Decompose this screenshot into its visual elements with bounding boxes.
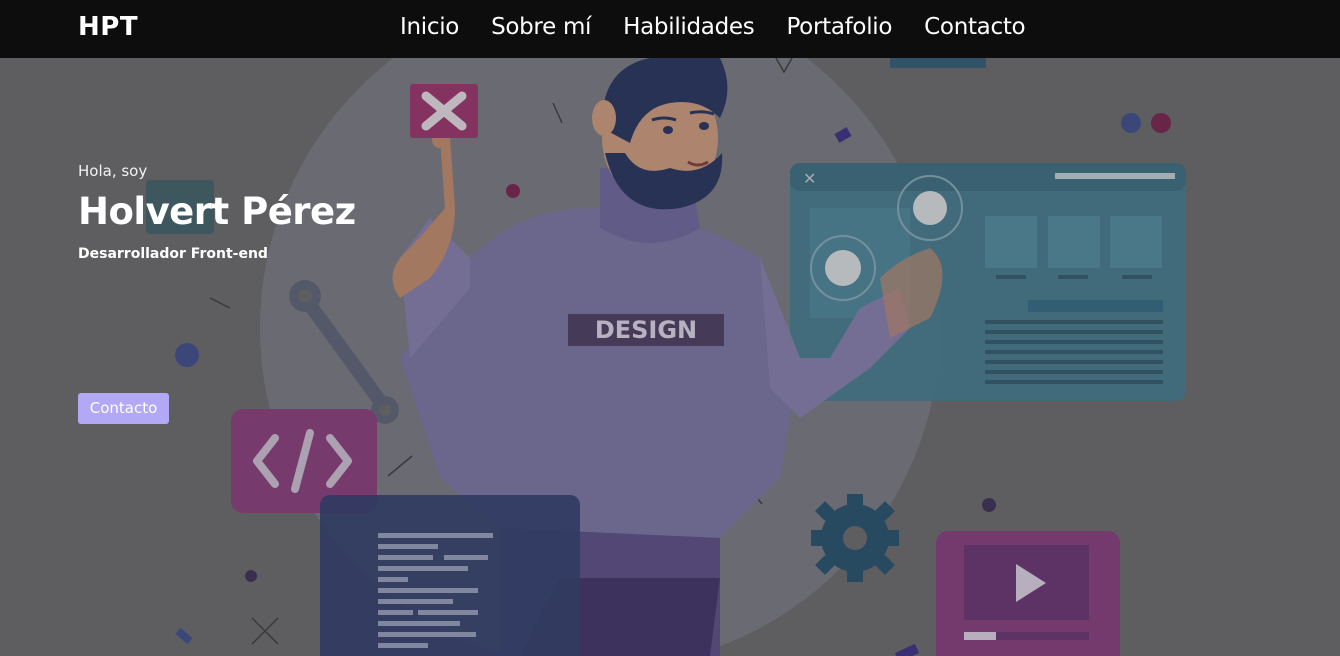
close-icon bbox=[410, 84, 478, 138]
decor-dot bbox=[1121, 113, 1141, 133]
decor-dot bbox=[175, 343, 199, 367]
decor-shape bbox=[890, 58, 986, 68]
decor-dot bbox=[245, 570, 257, 582]
navbar: HPT Inicio Sobre mí Habilidades Portafol… bbox=[0, 0, 1340, 58]
close-icon: ✕ bbox=[803, 169, 816, 188]
hero-role: Desarrollador Front-end bbox=[78, 246, 268, 262]
decor-shape bbox=[894, 643, 920, 656]
decor-dot bbox=[506, 184, 520, 198]
decor-line bbox=[209, 297, 231, 309]
decor-dot bbox=[1151, 113, 1171, 133]
hero-name: Holvert Pérez bbox=[78, 190, 356, 233]
nav-menu: Inicio Sobre mí Habilidades Portafolio C… bbox=[400, 14, 1026, 40]
nav-link-sobre-mi[interactable]: Sobre mí bbox=[491, 14, 591, 40]
contact-button[interactable]: Contacto bbox=[78, 393, 169, 424]
gear-icon bbox=[811, 494, 899, 582]
decor-dot bbox=[982, 498, 996, 512]
brand-logo[interactable]: HPT bbox=[78, 12, 138, 42]
nav-link-inicio[interactable]: Inicio bbox=[400, 14, 459, 40]
code-panel bbox=[320, 495, 580, 656]
nav-link-habilidades[interactable]: Habilidades bbox=[623, 14, 755, 40]
nav-link-contacto[interactable]: Contacto bbox=[924, 14, 1025, 40]
decor-shape bbox=[175, 627, 193, 645]
hero-section: ✕ DESIGN bbox=[0, 58, 1340, 656]
hero-illustration: ✕ DESIGN bbox=[146, 58, 1186, 656]
shirt-text: DESIGN bbox=[595, 316, 697, 344]
hero-greeting: Hola, soy bbox=[78, 162, 148, 180]
nav-link-portafolio[interactable]: Portafolio bbox=[786, 14, 892, 40]
play-icon bbox=[936, 531, 1120, 656]
